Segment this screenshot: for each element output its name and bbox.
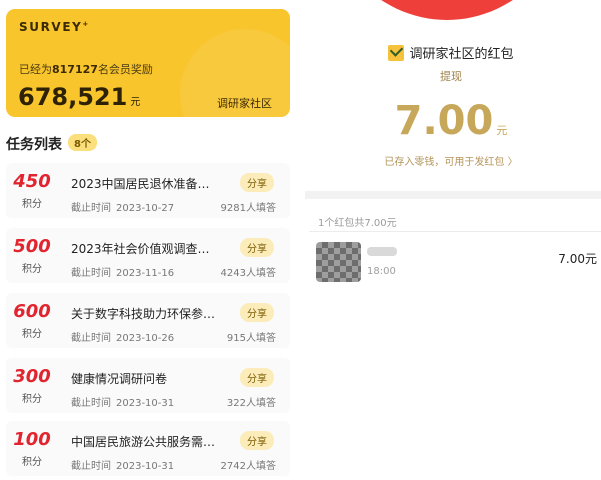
task-title: 2023中国居民退休准备… — [71, 177, 210, 191]
task-deadline: 截止时间 2023-10-31 — [71, 398, 175, 409]
red-packet-title: 调研家社区的红包 — [301, 43, 601, 62]
task-item[interactable]: 100 积分 中国居民旅游公共服务需… 分享 截止时间 2023-10-31 27… — [6, 421, 290, 476]
reward-summary-card: SURVEY+ 已经为817127名会员奖励 678,521 元 调研家社区 — [6, 9, 290, 117]
task-list-header: 任务列表 8个 — [6, 134, 97, 154]
response-count: 915人填答 — [226, 333, 276, 344]
task-count-badge: 8个 — [68, 134, 97, 151]
community-link[interactable]: 调研家社区 — [217, 95, 272, 111]
red-packet-amount: 7.00 元 — [394, 98, 508, 144]
record-time: 18:00 — [367, 266, 396, 277]
task-deadline: 截止时间 2023-10-31 — [71, 461, 175, 472]
member-count: 817127 — [52, 63, 98, 76]
task-points: 100 — [13, 429, 51, 450]
task-deadline: 截止时间 2023-10-27 — [71, 203, 175, 214]
points-label: 积分 — [22, 199, 42, 210]
share-button[interactable]: 分享 — [240, 238, 274, 257]
withdraw-link[interactable]: 提现 — [301, 68, 601, 84]
red-packet-top-arc — [315, 0, 579, 20]
response-count: 2742人填答 — [220, 461, 276, 472]
task-title: 2023年社会价值观调查… — [71, 242, 210, 256]
red-packet-panel: 调研家社区的红包 提现 7.00 元 已存入零钱，可用于发红包 〉 1个红包共7.… — [301, 0, 601, 480]
task-points: 300 — [13, 366, 51, 387]
response-count: 4243人填答 — [220, 268, 276, 279]
reward-subtitle: 已经为817127名会员奖励 — [19, 63, 153, 76]
points-label: 积分 — [22, 457, 42, 468]
record-amount: 7.00元 — [558, 252, 597, 266]
task-item[interactable]: 500 积分 2023年社会价值观调查… 分享 截止时间 2023-11-16 4… — [6, 228, 290, 283]
share-button[interactable]: 分享 — [240, 368, 274, 387]
deposited-note-link[interactable]: 已存入零钱，可用于发红包 〉 — [301, 153, 601, 168]
points-label: 积分 — [22, 394, 42, 405]
task-item[interactable]: 300 积分 健康情况调研问卷 分享 截止时间 2023-10-31 322人填答 — [6, 358, 290, 413]
share-button[interactable]: 分享 — [240, 303, 274, 322]
task-points: 600 — [13, 301, 51, 322]
share-button[interactable]: 分享 — [240, 431, 274, 450]
response-count: 322人填答 — [226, 398, 276, 409]
brand-logo: SURVEY+ — [19, 20, 89, 34]
response-count: 9281人填答 — [220, 203, 276, 214]
survey-panel: SURVEY+ 已经为817127名会员奖励 678,521 元 调研家社区 任务… — [0, 0, 301, 480]
task-item[interactable]: 600 积分 关于数字科技助力环保参… 分享 截止时间 2023-10-26 91… — [6, 293, 290, 348]
points-label: 积分 — [22, 264, 42, 275]
avatar — [316, 242, 361, 282]
points-label: 积分 — [22, 329, 42, 340]
task-item[interactable]: 450 积分 2023中国居民退休准备… 分享 截止时间 2023-10-27 9… — [6, 163, 290, 218]
task-title: 中国居民旅游公共服务需… — [71, 435, 216, 449]
blurred-username — [367, 247, 397, 256]
red-packet-summary: 1个红包共7.00元 — [318, 218, 397, 229]
task-points: 450 — [13, 171, 51, 192]
task-deadline: 截止时间 2023-11-16 — [71, 268, 175, 279]
share-button[interactable]: 分享 — [240, 173, 274, 192]
total-reward-amount: 678,521 元 — [18, 83, 141, 111]
summary-divider — [309, 231, 601, 232]
section-divider — [305, 191, 601, 199]
task-deadline: 截止时间 2023-10-26 — [71, 333, 175, 344]
task-title: 关于数字科技助力环保参… — [71, 307, 216, 321]
community-logo-icon — [388, 45, 405, 61]
task-title: 健康情况调研问卷 — [71, 372, 168, 386]
task-points: 500 — [13, 236, 51, 257]
